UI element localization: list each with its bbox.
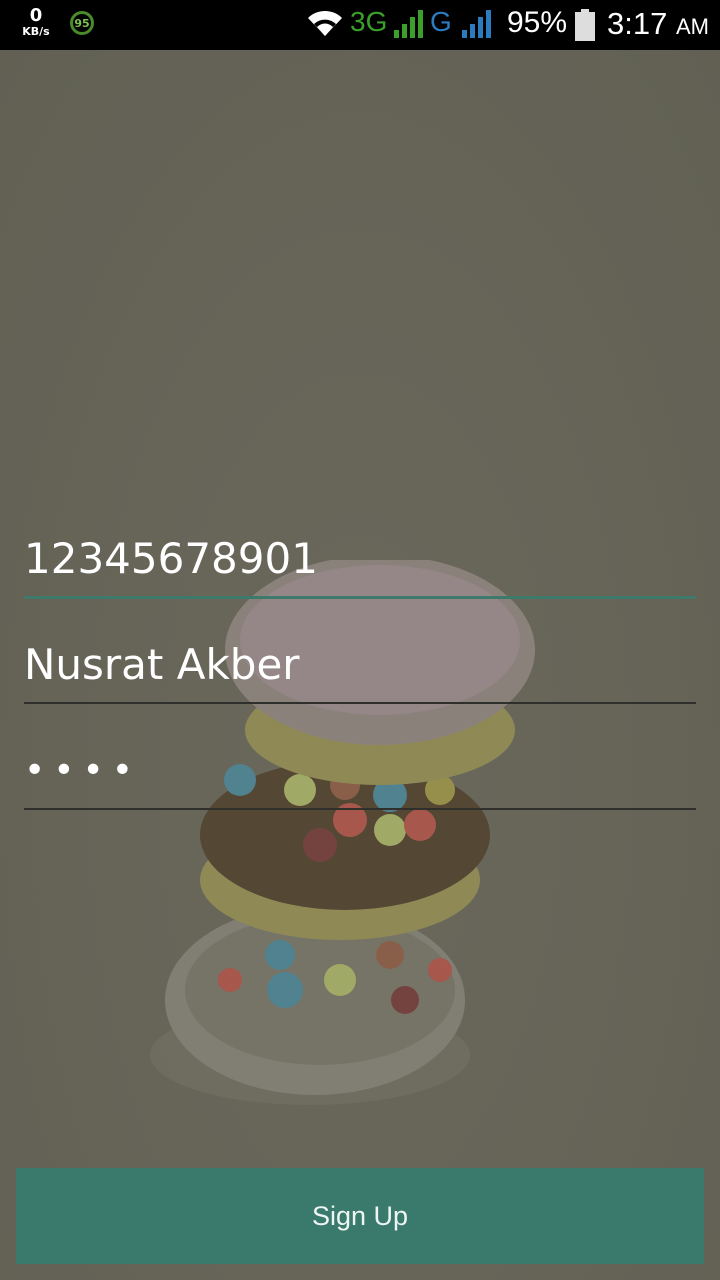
network-g-label: G: [430, 6, 452, 37]
signal-strength-2-icon: [462, 10, 491, 38]
network-3g-label: 3G: [350, 6, 388, 37]
name-input[interactable]: [24, 626, 696, 702]
password-field[interactable]: [24, 732, 696, 810]
signup-button[interactable]: Sign Up: [16, 1168, 704, 1264]
battery-percent: 95%: [507, 6, 568, 39]
clock-time: 3:17: [607, 6, 668, 41]
net-speed-value: 0: [29, 5, 43, 26]
status-bar: 0 KB/s 95 3G G 95% 3:17 AM: [0, 0, 720, 50]
net-speed-unit: KB/s: [22, 25, 50, 38]
wifi-icon: [308, 10, 342, 36]
clock: 3:17 AM: [607, 6, 709, 42]
phone-field[interactable]: [24, 520, 696, 599]
battery-icon: [575, 9, 595, 41]
password-input[interactable]: [24, 732, 696, 808]
net-speed-indicator: 0 KB/s: [14, 6, 58, 38]
signal-strength-icon: [394, 10, 423, 38]
name-field[interactable]: [24, 626, 696, 704]
clock-ampm: AM: [675, 14, 709, 39]
notification-badge-icon: 95: [70, 11, 94, 35]
phone-input[interactable]: [24, 520, 696, 596]
